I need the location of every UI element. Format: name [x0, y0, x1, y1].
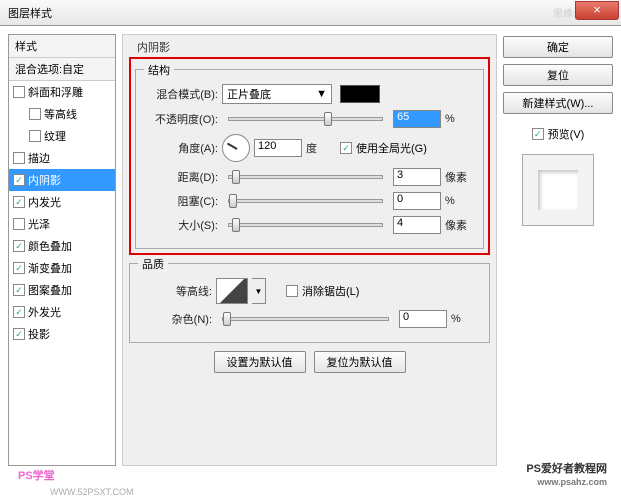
style-label: 内发光 — [28, 194, 61, 210]
style-item-4[interactable]: 内阴影 — [9, 169, 115, 191]
antialias-checkbox[interactable] — [286, 285, 298, 297]
opacity-slider[interactable] — [228, 117, 383, 121]
style-label: 外发光 — [28, 304, 61, 320]
structure-group: 结构 混合模式(B): 正片叠底▼ 不透明度(O): 65 % 角度(A): 1… — [135, 69, 484, 249]
quality-group: 品质 等高线: ▼ 消除锯齿(L) 杂色(N): 0 % — [129, 263, 490, 343]
watermark-left-url: WWW.52PSXT.COM — [50, 487, 134, 497]
size-input[interactable]: 4 — [393, 216, 441, 234]
style-item-1[interactable]: 等高线 — [9, 103, 115, 125]
watermark-right: PS爱好者教程网 www.psahz.com — [526, 459, 607, 487]
style-item-10[interactable]: 外发光 — [9, 301, 115, 323]
style-checkbox[interactable] — [13, 86, 25, 98]
preview-label: 预览(V) — [548, 126, 585, 142]
reset-default-button[interactable]: 复位为默认值 — [314, 351, 406, 373]
styles-header: 样式 — [9, 35, 115, 58]
style-item-2[interactable]: 纹理 — [9, 125, 115, 147]
quality-label: 品质 — [138, 256, 168, 272]
style-checkbox[interactable] — [13, 306, 25, 318]
style-label: 内阴影 — [28, 172, 61, 188]
style-label: 描边 — [28, 150, 50, 166]
choke-unit: % — [445, 195, 475, 207]
style-checkbox[interactable] — [13, 218, 25, 230]
angle-dial[interactable] — [222, 134, 250, 162]
style-item-9[interactable]: 图案叠加 — [9, 279, 115, 301]
distance-unit: 像素 — [445, 169, 475, 185]
cancel-button[interactable]: 复位 — [503, 64, 613, 86]
style-checkbox[interactable] — [13, 262, 25, 274]
style-checkbox[interactable] — [13, 196, 25, 208]
center-panel: 内阴影 结构 混合模式(B): 正片叠底▼ 不透明度(O): 65 % 角度(A… — [122, 34, 497, 466]
window-title: 图层样式 — [8, 5, 52, 21]
style-checkbox[interactable] — [13, 284, 25, 296]
choke-slider[interactable] — [228, 199, 383, 203]
style-label: 投影 — [28, 326, 50, 342]
style-label: 斜面和浮雕 — [28, 84, 83, 100]
noise-unit: % — [451, 313, 481, 325]
preview-checkbox[interactable] — [532, 128, 544, 140]
opacity-label: 不透明度(O): — [144, 111, 218, 127]
new-style-button[interactable]: 新建样式(W)... — [503, 92, 613, 114]
distance-slider[interactable] — [228, 175, 383, 179]
angle-label: 角度(A): — [144, 140, 218, 156]
distance-label: 距离(D): — [144, 169, 218, 185]
style-item-0[interactable]: 斜面和浮雕 — [9, 81, 115, 103]
noise-slider[interactable] — [222, 317, 389, 321]
contour-dropdown[interactable]: ▼ — [252, 278, 266, 304]
opacity-input[interactable]: 65 — [393, 110, 441, 128]
angle-unit: 度 — [306, 140, 336, 156]
style-item-3[interactable]: 描边 — [9, 147, 115, 169]
style-label: 图案叠加 — [28, 282, 72, 298]
watermark-left: PS学堂 — [18, 467, 55, 483]
right-panel: 确定 复位 新建样式(W)... 预览(V) — [503, 34, 613, 466]
distance-input[interactable]: 3 — [393, 168, 441, 186]
angle-input[interactable]: 120 — [254, 139, 302, 157]
style-checkbox[interactable] — [13, 174, 25, 186]
global-light-label: 使用全局光(G) — [356, 140, 427, 156]
choke-input[interactable]: 0 — [393, 192, 441, 210]
opacity-unit: % — [445, 113, 475, 125]
highlight-box: 结构 混合模式(B): 正片叠底▼ 不透明度(O): 65 % 角度(A): 1… — [129, 57, 490, 255]
style-checkbox[interactable] — [29, 108, 41, 120]
blend-mode-label: 混合模式(B): — [144, 86, 218, 102]
blend-options-header[interactable]: 混合选项:自定 — [9, 58, 115, 81]
style-item-6[interactable]: 光泽 — [9, 213, 115, 235]
section-title: 内阴影 — [133, 39, 494, 55]
titlebar: 图层样式 思缘设计论坛 — [0, 0, 621, 26]
style-label: 颜色叠加 — [28, 238, 72, 254]
noise-label: 杂色(N): — [138, 311, 212, 327]
style-item-5[interactable]: 内发光 — [9, 191, 115, 213]
style-item-8[interactable]: 渐变叠加 — [9, 257, 115, 279]
preview-box — [522, 154, 594, 226]
global-light-checkbox[interactable] — [340, 142, 352, 154]
antialias-label: 消除锯齿(L) — [302, 283, 359, 299]
make-default-button[interactable]: 设置为默认值 — [214, 351, 306, 373]
ok-button[interactable]: 确定 — [503, 36, 613, 58]
style-item-11[interactable]: 投影 — [9, 323, 115, 345]
contour-label: 等高线: — [138, 283, 212, 299]
style-checkbox[interactable] — [13, 152, 25, 164]
style-label: 纹理 — [44, 128, 66, 144]
style-label: 等高线 — [44, 106, 77, 122]
structure-label: 结构 — [144, 62, 174, 78]
close-button[interactable]: × — [575, 1, 619, 20]
size-label: 大小(S): — [144, 217, 218, 233]
style-checkbox[interactable] — [13, 240, 25, 252]
styles-list: 样式 混合选项:自定 斜面和浮雕等高线纹理描边内阴影内发光光泽颜色叠加渐变叠加图… — [8, 34, 116, 466]
style-checkbox[interactable] — [13, 328, 25, 340]
color-swatch[interactable] — [340, 85, 380, 103]
style-checkbox[interactable] — [29, 130, 41, 142]
style-label: 光泽 — [28, 216, 50, 232]
contour-picker[interactable] — [216, 278, 248, 304]
size-unit: 像素 — [445, 217, 475, 233]
blend-mode-select[interactable]: 正片叠底▼ — [222, 84, 332, 104]
style-item-7[interactable]: 颜色叠加 — [9, 235, 115, 257]
style-label: 渐变叠加 — [28, 260, 72, 276]
size-slider[interactable] — [228, 223, 383, 227]
choke-label: 阻塞(C): — [144, 193, 218, 209]
noise-input[interactable]: 0 — [399, 310, 447, 328]
